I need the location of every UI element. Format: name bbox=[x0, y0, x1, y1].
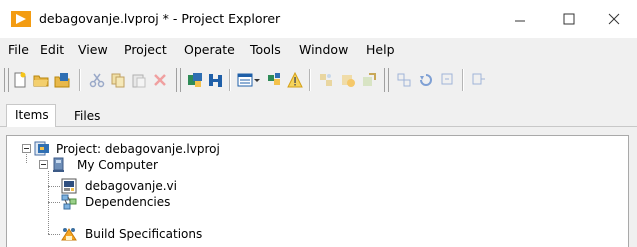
toolbar-grip[interactable] bbox=[4, 68, 9, 92]
tree-label-project: Project: debagovanje.lvproj bbox=[56, 142, 220, 156]
new-icon[interactable] bbox=[12, 72, 28, 88]
arrange-icon[interactable] bbox=[266, 72, 282, 88]
tree-label-build-specifications: Build Specifications bbox=[85, 227, 203, 241]
tree-item-my-computer[interactable]: My Computer bbox=[34, 157, 234, 173]
tree-item-build-specifications[interactable]: Build Specifications bbox=[61, 226, 281, 242]
maximize-icon bbox=[563, 13, 575, 25]
menu-tools[interactable]: Tools bbox=[250, 42, 281, 57]
open-icon[interactable] bbox=[33, 72, 49, 88]
tab-items[interactable]: Items bbox=[6, 104, 56, 128]
tab-files-label: Files bbox=[74, 109, 101, 123]
menu-edit[interactable]: Edit bbox=[40, 42, 64, 57]
tree-label-vi: debagovanje.vi bbox=[85, 179, 177, 193]
maximize-button[interactable] bbox=[546, 0, 592, 38]
project-tree-panel: Project: debagovanje.lvproj My Computer bbox=[0, 127, 637, 247]
view-menu-icon[interactable] bbox=[237, 72, 253, 88]
toolbar-separator bbox=[79, 69, 81, 91]
collapse-toggle-icon[interactable] bbox=[22, 144, 31, 153]
build-specifications-icon bbox=[61, 228, 77, 241]
cut-icon[interactable] bbox=[89, 72, 105, 88]
menu-window[interactable]: Window bbox=[299, 42, 348, 57]
toolbar-separator bbox=[462, 69, 464, 91]
minimize-icon bbox=[515, 20, 525, 22]
warning-icon[interactable] bbox=[287, 72, 303, 88]
close-icon bbox=[608, 13, 620, 25]
labview-project-icon bbox=[11, 11, 31, 27]
window-title: debagovanje.lvproj * - Project Explorer bbox=[39, 11, 281, 26]
project-tree[interactable]: Project: debagovanje.lvproj My Computer bbox=[6, 135, 629, 247]
tab-items-label: Items bbox=[15, 108, 49, 122]
tree-item-project[interactable]: Project: debagovanje.lvproj bbox=[17, 141, 277, 157]
paste-icon[interactable] bbox=[131, 72, 147, 88]
tree-connector bbox=[48, 186, 60, 187]
close-button[interactable] bbox=[591, 0, 637, 38]
collapse-toggle-icon[interactable] bbox=[39, 160, 48, 169]
toolbar-grip[interactable] bbox=[384, 68, 389, 92]
menu-file[interactable]: File bbox=[8, 42, 29, 57]
source-control-icon-2[interactable] bbox=[340, 72, 356, 88]
chevron-down-icon[interactable] bbox=[253, 72, 261, 88]
toolbar bbox=[0, 62, 637, 98]
more-icon[interactable] bbox=[471, 72, 487, 88]
undo-icon[interactable] bbox=[418, 72, 434, 88]
source-control-icon-3[interactable] bbox=[361, 72, 377, 88]
collapse-icon[interactable] bbox=[440, 72, 456, 88]
save-all-icon[interactable] bbox=[54, 72, 70, 88]
source-control-icon-1[interactable] bbox=[318, 72, 334, 88]
menu-operate[interactable]: Operate bbox=[184, 42, 235, 57]
copy-icon[interactable] bbox=[110, 72, 126, 88]
delete-icon[interactable] bbox=[152, 72, 168, 88]
title-bar: debagovanje.lvproj * - Project Explorer bbox=[0, 0, 637, 38]
vi-icon bbox=[61, 178, 77, 194]
tree-connector bbox=[48, 202, 60, 203]
tab-bar: Items Files bbox=[0, 98, 637, 128]
tree-connector bbox=[48, 234, 60, 235]
build-icon[interactable] bbox=[187, 72, 203, 88]
minimize-button[interactable] bbox=[497, 0, 543, 38]
menu-help[interactable]: Help bbox=[366, 42, 395, 57]
tab-files[interactable]: Files bbox=[66, 106, 106, 128]
toolbar-separator bbox=[229, 69, 231, 91]
tree-label-my-computer: My Computer bbox=[77, 158, 158, 172]
toolbar-grip[interactable] bbox=[176, 68, 181, 92]
tree-item-dependencies[interactable]: Dependencies bbox=[61, 194, 261, 210]
tree-item-vi[interactable]: debagovanje.vi bbox=[61, 178, 261, 194]
menu-bar: File Edit View Project Operate Tools Win… bbox=[0, 38, 637, 62]
expand-icon[interactable] bbox=[396, 72, 412, 88]
dependencies-icon bbox=[61, 194, 77, 210]
properties-icon[interactable] bbox=[208, 72, 224, 88]
tree-label-dependencies: Dependencies bbox=[85, 195, 171, 209]
menu-view[interactable]: View bbox=[78, 42, 108, 57]
computer-icon bbox=[53, 157, 64, 172]
menu-project[interactable]: Project bbox=[124, 42, 167, 57]
toolbar-separator bbox=[309, 69, 311, 91]
project-icon bbox=[34, 141, 49, 156]
